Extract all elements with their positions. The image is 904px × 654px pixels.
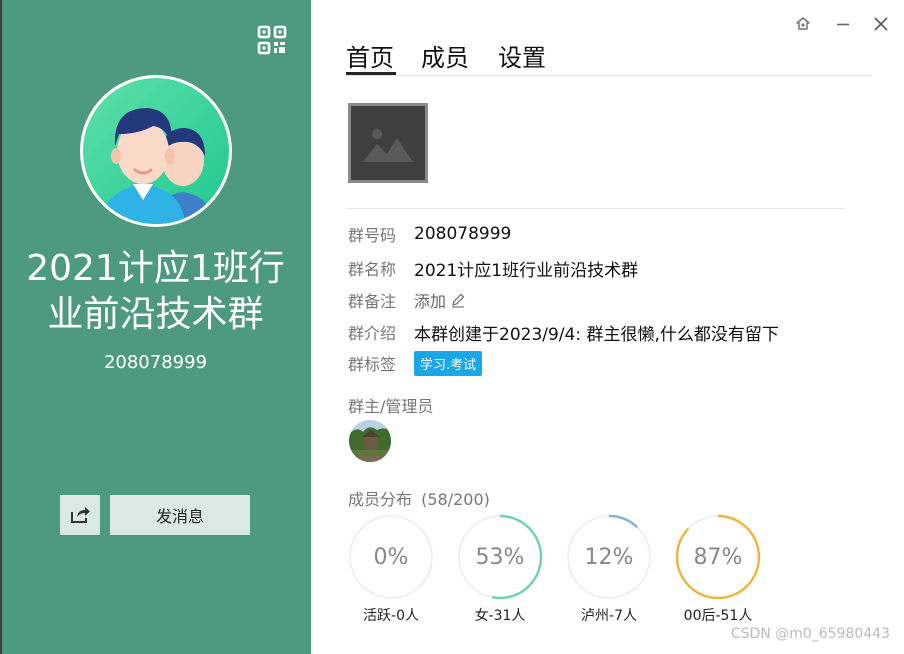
pin-icon[interactable] xyxy=(793,14,813,34)
group-tag-badge[interactable]: 学习.考试 xyxy=(414,350,483,376)
tab-settings[interactable]: 设置 xyxy=(498,38,546,73)
group-name-label: 群名称 xyxy=(348,260,397,279)
image-icon xyxy=(363,129,413,162)
distribution-title-text: 成员分布 xyxy=(348,490,413,509)
tab-home[interactable]: 首页 xyxy=(346,38,394,73)
group-name-heading: 2021计应1班行业前沿技术群 xyxy=(26,248,285,335)
group-note-label: 群备注 xyxy=(348,292,397,311)
info-row-name: 群名称 2021计应1班行业前沿技术群 xyxy=(348,256,639,281)
distribution-label: 女-31人 xyxy=(474,608,526,624)
group-avatar[interactable] xyxy=(80,75,232,227)
group-tags-label: 群标签 xyxy=(348,355,397,374)
distribution-stat: 87% 00后-51人 xyxy=(675,514,761,624)
add-note-label: 添加 xyxy=(414,292,447,311)
distribution-stat: 12% 泸州-7人 xyxy=(566,514,652,624)
qr-code-icon[interactable] xyxy=(256,24,288,56)
group-id-text: 208078999 xyxy=(103,352,208,373)
distribution-percent: 12% xyxy=(584,544,634,570)
info-row-note: 群备注 添加 xyxy=(348,288,466,312)
admin-avatar[interactable] xyxy=(349,420,391,462)
group-intro-label: 群介绍 xyxy=(348,324,397,343)
distribution-stat: 53% 女-31人 xyxy=(457,514,543,624)
window-edge xyxy=(0,0,2,654)
add-note-button[interactable]: 添加 xyxy=(414,288,466,312)
pencil-icon xyxy=(452,293,465,308)
send-message-button[interactable]: 发消息 xyxy=(110,495,250,535)
distribution-label: 活跃-0人 xyxy=(363,608,419,624)
distribution-percent: 87% xyxy=(693,544,743,570)
info-row-intro: 群介绍 本群创建于2023/9/4: 群主很懒,什么都没有留下 xyxy=(348,320,779,345)
info-divider xyxy=(346,208,844,209)
share-icon xyxy=(71,507,90,523)
member-distribution-title: 成员分布 (58/200) xyxy=(348,486,490,510)
distribution-label: 泸州-7人 xyxy=(581,608,637,624)
distribution-percent: 53% xyxy=(475,544,525,570)
distribution-stat: 0% 活跃-0人 xyxy=(348,514,434,624)
distribution-percent: 0% xyxy=(373,544,409,570)
distribution-label: 00后-51人 xyxy=(683,608,753,624)
close-icon[interactable] xyxy=(871,14,891,34)
group-id-label: 群号码 xyxy=(348,226,397,245)
group-intro-value: 本群创建于2023/9/4: 群主很懒,什么都没有留下 xyxy=(414,324,779,345)
admins-title: 群主/管理员 xyxy=(348,397,434,416)
distribution-count-text: (58/200) xyxy=(421,490,490,509)
watermark-text: CSDN @m0_65980443 xyxy=(730,626,890,642)
info-row-tags: 群标签 学习.考试 xyxy=(348,350,483,376)
minimize-icon[interactable] xyxy=(833,14,853,34)
group-id-value: 208078999 xyxy=(414,224,512,244)
group-name-value: 2021计应1班行业前沿技术群 xyxy=(414,260,639,281)
group-photo-placeholder[interactable] xyxy=(348,103,428,183)
group-profile-panel: 2021计应1班行业前沿技术群 208078999 发消息 xyxy=(0,0,311,654)
tab-members[interactable]: 成员 xyxy=(421,38,469,73)
share-button[interactable] xyxy=(60,495,100,535)
info-row-id: 群号码 208078999 xyxy=(348,222,511,246)
tabs-divider xyxy=(346,75,872,76)
